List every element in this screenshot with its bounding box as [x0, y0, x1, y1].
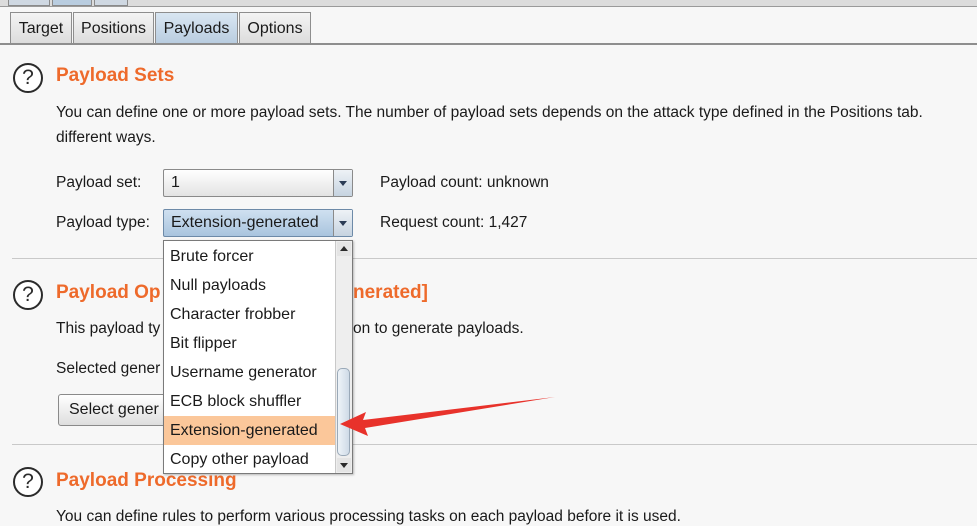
annotation-arrow-icon: [340, 397, 555, 436]
